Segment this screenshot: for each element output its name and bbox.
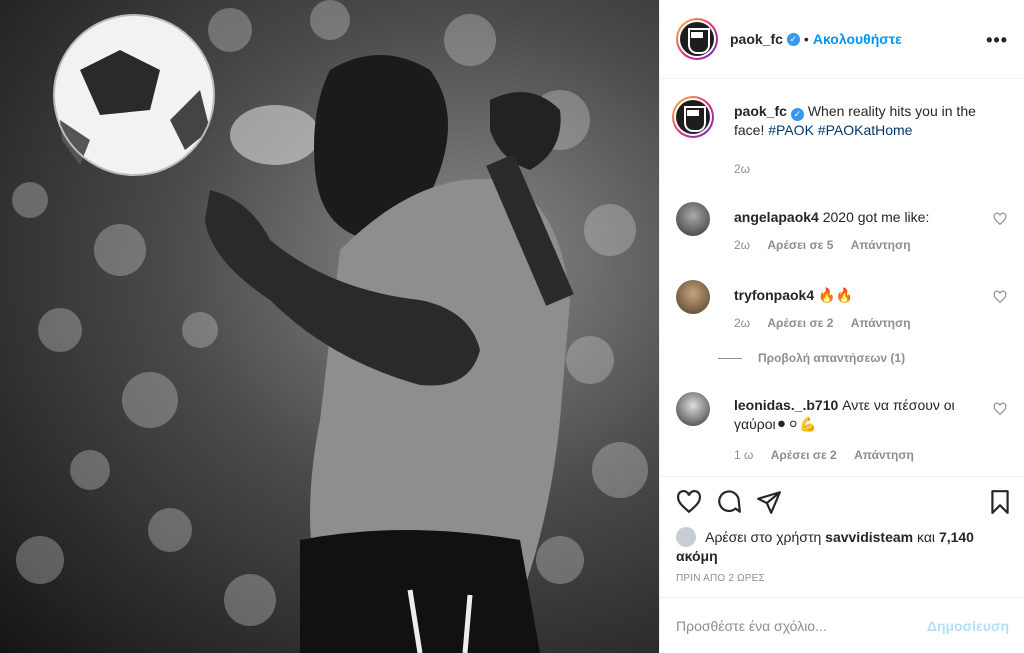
caption-meta: 2ω [734,162,764,176]
share-icon[interactable] [756,489,782,515]
verified-icon: ✓ [790,108,804,121]
separator-dot: • [803,31,809,47]
header-username[interactable]: paok_fc [730,31,783,47]
avatar[interactable] [676,202,710,236]
comment-username[interactable]: tryfonpaok4 [734,287,814,303]
ball [53,14,215,176]
comments-list[interactable]: paok_fc ✓ When reality hits you in the fa… [660,80,1024,475]
photo-illustration [12,0,648,653]
like-comment-heart-icon[interactable] [993,402,1007,416]
likes-summary: Αρέσει στο χρήστη savvidisteam και 7,140… [676,527,1009,566]
comment-username[interactable]: angelapaok4 [734,209,819,225]
comment-meta: 2ω Αρέσει σε 2 Απάντηση [734,316,925,330]
comment-body: 🔥🔥 [818,287,853,303]
caption: paok_fc ✓ When reality hits you in the fa… [672,96,1009,186]
avatar[interactable] [676,392,710,426]
caption-username[interactable]: paok_fc [734,103,787,119]
reply-button[interactable]: Απάντηση [851,238,911,252]
comment: tryfonpaok4 🔥🔥 2ω Αρέσει σε 2 Απάντηση [676,280,1009,340]
post-timestamp[interactable]: ΠΡΙΝ ΑΠΟ 2 ΩΡΕΣ [676,573,765,584]
comment-time[interactable]: 2ω [734,316,750,330]
paok-logo-icon [676,100,710,134]
like-comment-heart-icon[interactable] [993,290,1007,304]
comment: angelapaok4 2020 got me like: 2ω Αρέσει … [676,202,1009,262]
avatar[interactable] [676,280,710,314]
comment-likes[interactable]: Αρέσει σε 2 [771,448,837,462]
reply-button[interactable]: Απάντηση [851,316,911,330]
likes-prefix: Αρέσει στο χρήστη [705,529,822,545]
comment-icon[interactable] [716,489,742,515]
comment: leonidas._.b710 Αντε να πέσουν οι γαύροι… [676,392,1009,462]
reply-button[interactable]: Απάντηση [854,448,914,462]
comment-text: tryfonpaok4 🔥🔥 [734,286,979,305]
comment-time[interactable]: 2ω [734,238,750,252]
likes-and: και [917,529,936,545]
verified-icon: ✓ [786,32,800,46]
comment-time[interactable]: 1 ω [734,448,753,462]
comment-meta: 2ω Αρέσει σε 5 Απάντηση [734,238,925,252]
comment-username[interactable]: leonidas._.b710 [734,397,838,413]
more-options-icon[interactable]: ••• [986,30,1008,51]
post-actions: Αρέσει στο χρήστη savvidisteam και 7,140… [660,476,1024,596]
comment-text: leonidas._.b710 Αντε να πέσουν οι γαύροι… [734,396,979,434]
like-heart-icon[interactable] [676,489,702,515]
follow-button[interactable]: Ακολουθήστε [813,31,902,47]
caption-time[interactable]: 2ω [734,162,750,176]
save-bookmark-icon[interactable] [987,489,1013,515]
like-comment-heart-icon[interactable] [993,212,1007,226]
comment-likes[interactable]: Αρέσει σε 5 [767,238,833,252]
caption-hashtags[interactable]: #PAOK #PAOKatHome [768,122,912,138]
post-sidebar: paok_fc ✓ • Ακολουθήστε ••• paok_fc ✓ Whe… [659,0,1024,653]
comment-likes[interactable]: Αρέσει σε 2 [767,316,833,330]
action-icons [676,489,792,518]
view-replies-button[interactable]: Προβολή απαντήσεων (1) [718,351,905,365]
liker-avatar[interactable] [676,527,696,547]
caption-text: paok_fc ✓ When reality hits you in the fa… [734,102,1009,140]
post-comment-button[interactable]: Δημοσίευση [927,618,1009,634]
comment-input[interactable]: Προσθέστε ένα σχόλιο... [676,618,927,634]
instagram-post: paok_fc ✓ • Ακολουθήστε ••• paok_fc ✓ Whe… [0,0,1024,653]
liker-username[interactable]: savvidisteam [825,529,913,545]
caption-avatar[interactable] [672,96,714,138]
post-header: paok_fc ✓ • Ακολουθήστε ••• [660,0,1024,79]
add-comment-bar: Προσθέστε ένα σχόλιο... Δημοσίευση [660,597,1024,653]
comment-body: 2020 got me like: [822,209,930,225]
comment-text: angelapaok4 2020 got me like: [734,208,979,227]
paok-logo-icon [680,22,714,56]
avatar[interactable] [676,18,718,60]
comment-meta: 1 ω Αρέσει σε 2 Απάντηση [734,448,928,462]
post-photo[interactable] [0,0,659,653]
